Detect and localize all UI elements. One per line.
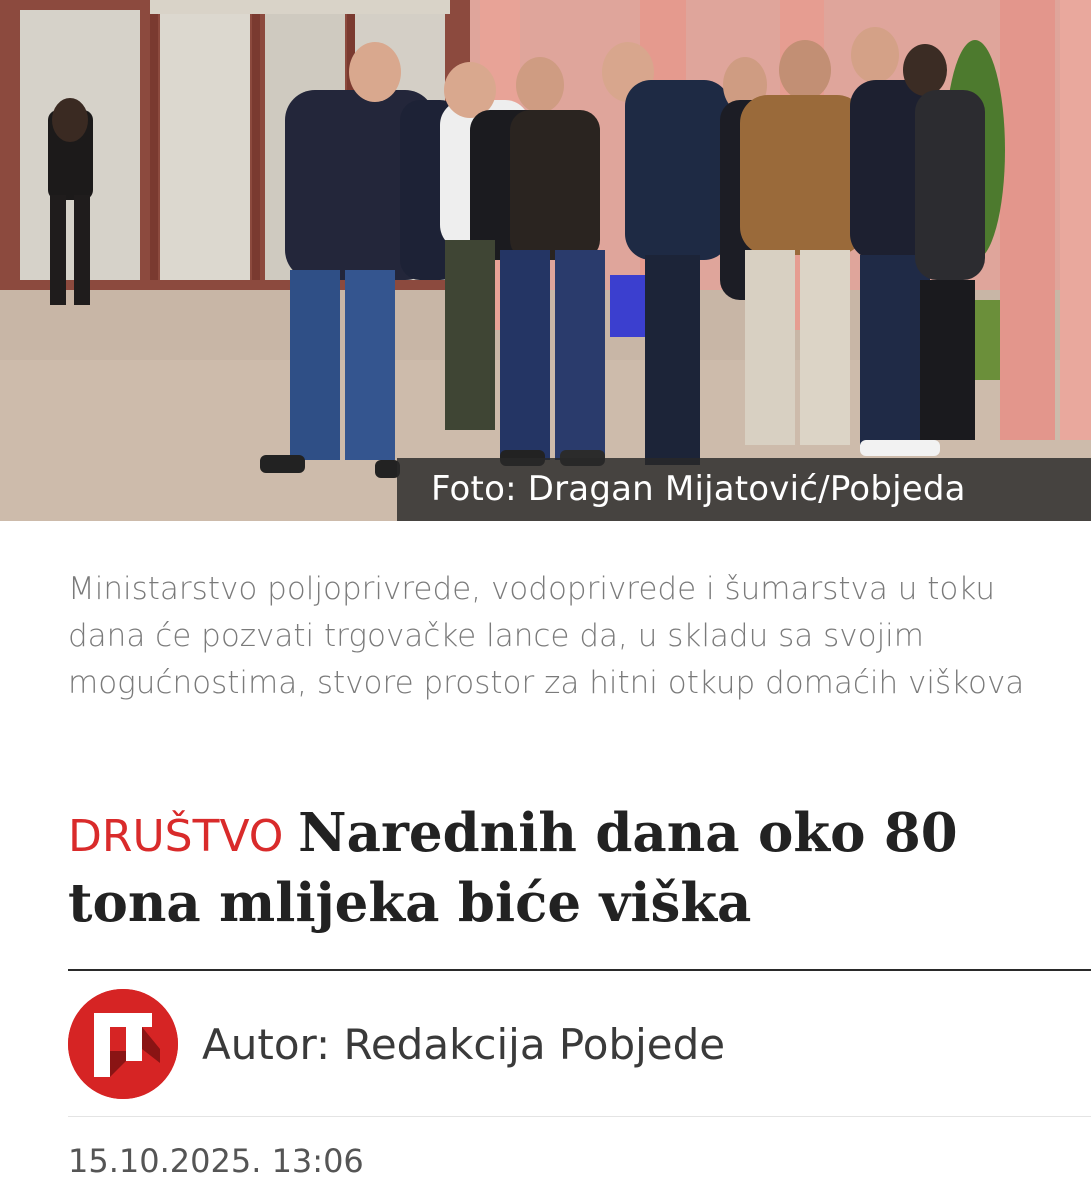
category-label[interactable]: DRUŠTVO <box>68 811 283 862</box>
article-headline[interactable]: DRUŠTVO Narednih dana oko 80 tona mlijek… <box>68 800 1058 937</box>
hero-image <box>0 0 1091 521</box>
author-name[interactable]: Autor: Redakcija Pobjede <box>202 1020 725 1069</box>
hero-photo: Foto: Dragan Mijatović/Pobjeda <box>0 0 1091 521</box>
pobjeda-logo-icon <box>68 989 178 1099</box>
photo-credit: Foto: Dragan Mijatović/Pobjeda <box>397 458 1091 521</box>
publish-date: 15.10.2025. 13:06 <box>68 1142 364 1180</box>
divider <box>68 969 1091 971</box>
divider <box>68 1116 1091 1117</box>
article-lead: Ministarstvo poljoprivrede, vodoprivrede… <box>68 571 1025 701</box>
author-row: Autor: Redakcija Pobjede <box>68 988 725 1100</box>
